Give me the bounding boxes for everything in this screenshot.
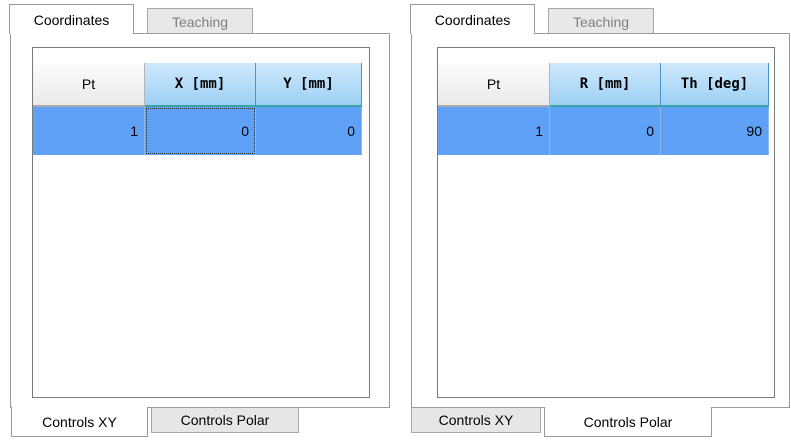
tab-coordinates[interactable]: Coordinates — [410, 4, 535, 34]
tab-teaching[interactable]: Teaching — [147, 8, 253, 36]
column-header-pt[interactable]: Pt — [438, 63, 550, 107]
coordinates-grid[interactable]: Pt X [mm] Y [mm] 1 0 0 — [32, 47, 370, 398]
tab-teaching[interactable]: Teaching — [548, 8, 654, 36]
column-header-r[interactable]: R [mm] — [550, 63, 661, 107]
table-row[interactable]: 1 0 0 — [33, 107, 362, 155]
tab-controls-polar[interactable]: Controls Polar — [544, 407, 712, 437]
column-header-pt[interactable]: Pt — [33, 63, 145, 107]
cell-r[interactable]: 0 — [550, 107, 661, 155]
tab-controls-polar[interactable]: Controls Polar — [151, 407, 299, 433]
grid-header-row: Pt X [mm] Y [mm] — [33, 63, 362, 107]
tab-coordinates[interactable]: Coordinates — [9, 4, 134, 34]
column-header-x[interactable]: X [mm] — [145, 63, 256, 107]
tab-content-frame: Pt X [mm] Y [mm] 1 0 0 — [10, 33, 390, 408]
coordinates-grid[interactable]: Pt R [mm] Th [deg] 1 0 90 — [437, 47, 775, 398]
tab-controls-xy[interactable]: Controls XY — [11, 407, 148, 437]
cell-x[interactable]: 0 — [145, 107, 256, 155]
table-row[interactable]: 1 0 90 — [438, 107, 769, 155]
cell-y[interactable]: 0 — [256, 107, 362, 155]
panel-controls-polar: Coordinates Teaching Pt R [mm] Th [deg] … — [401, 0, 791, 441]
cell-pt[interactable]: 1 — [33, 107, 145, 155]
panel-controls-xy: Coordinates Teaching Pt X [mm] Y [mm] 1 … — [0, 0, 390, 441]
tab-content-frame: Pt R [mm] Th [deg] 1 0 90 — [411, 33, 790, 408]
grid-header-row: Pt R [mm] Th [deg] — [438, 63, 769, 107]
column-header-th[interactable]: Th [deg] — [661, 63, 769, 107]
cell-th[interactable]: 90 — [661, 107, 769, 155]
tab-controls-xy[interactable]: Controls XY — [411, 407, 541, 433]
column-header-y[interactable]: Y [mm] — [256, 63, 362, 107]
cell-pt[interactable]: 1 — [438, 107, 550, 155]
